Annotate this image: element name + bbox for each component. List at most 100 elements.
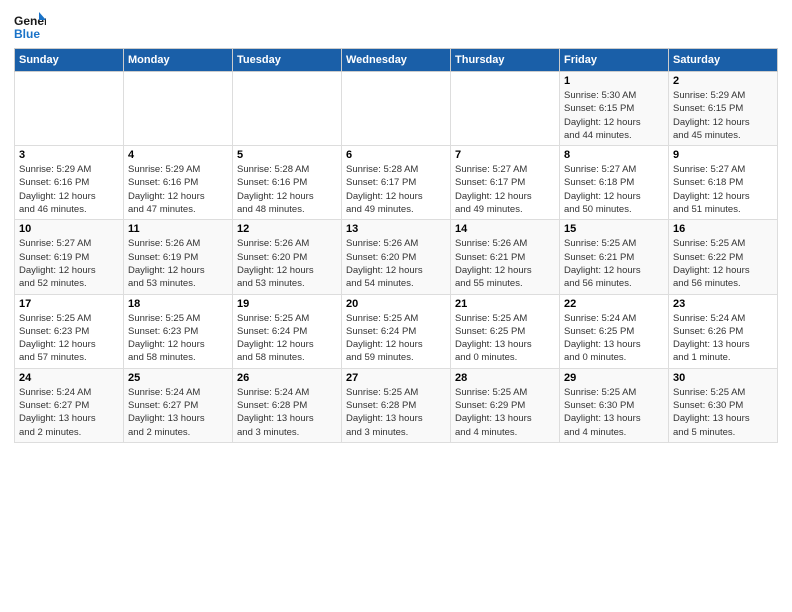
day-cell: 25 Sunrise: 5:24 AM Sunset: 6:27 PM Dayli…: [124, 368, 233, 442]
svg-text:Blue: Blue: [14, 27, 40, 41]
day-cell: 10Sunrise: 5:27 AM Sunset: 6:19 PM Dayli…: [15, 220, 124, 294]
week-row-1: 3 Sunrise: 5:29 AM Sunset: 6:16 PM Daylig…: [15, 146, 778, 220]
day-number: 27: [346, 372, 446, 384]
day-cell: [451, 72, 560, 146]
day-number: 9: [673, 149, 773, 161]
day-number: 21: [455, 298, 555, 310]
day-cell: [15, 72, 124, 146]
day-info: Sunrise: 5:24 AM Sunset: 6:27 PM Dayligh…: [19, 386, 119, 439]
day-info: Sunrise: 5:27 AM Sunset: 6:17 PM Dayligh…: [455, 163, 555, 216]
day-cell: 3 Sunrise: 5:29 AM Sunset: 6:16 PM Daylig…: [15, 146, 124, 220]
day-cell: 7 Sunrise: 5:27 AM Sunset: 6:17 PM Daylig…: [451, 146, 560, 220]
weekday-wednesday: Wednesday: [342, 49, 451, 72]
day-info: Sunrise: 5:24 AM Sunset: 6:25 PM Dayligh…: [564, 312, 664, 365]
calendar-table: SundayMondayTuesdayWednesdayThursdayFrid…: [14, 48, 778, 443]
day-info: Sunrise: 5:25 AM Sunset: 6:22 PM Dayligh…: [673, 237, 773, 290]
weekday-header-row: SundayMondayTuesdayWednesdayThursdayFrid…: [15, 49, 778, 72]
day-cell: [342, 72, 451, 146]
day-number: 11: [128, 223, 228, 235]
day-cell: 2 Sunrise: 5:29 AM Sunset: 6:15 PM Daylig…: [669, 72, 778, 146]
day-number: 23: [673, 298, 773, 310]
day-number: 26: [237, 372, 337, 384]
day-number: 17: [19, 298, 119, 310]
day-number: 22: [564, 298, 664, 310]
day-info: Sunrise: 5:27 AM Sunset: 6:18 PM Dayligh…: [673, 163, 773, 216]
weekday-thursday: Thursday: [451, 49, 560, 72]
day-cell: 28 Sunrise: 5:25 AM Sunset: 6:29 PM Dayli…: [451, 368, 560, 442]
day-cell: 17 Sunrise: 5:25 AM Sunset: 6:23 PM Dayli…: [15, 294, 124, 368]
weekday-tuesday: Tuesday: [233, 49, 342, 72]
day-cell: 15Sunrise: 5:25 AM Sunset: 6:21 PM Dayli…: [560, 220, 669, 294]
day-info: Sunrise: 5:24 AM Sunset: 6:27 PM Dayligh…: [128, 386, 228, 439]
day-number: 14: [455, 223, 555, 235]
day-number: 20: [346, 298, 446, 310]
day-number: 13: [346, 223, 446, 235]
day-info: Sunrise: 5:30 AM Sunset: 6:15 PM Dayligh…: [564, 89, 664, 142]
day-cell: 27 Sunrise: 5:25 AM Sunset: 6:28 PM Dayli…: [342, 368, 451, 442]
day-info: Sunrise: 5:28 AM Sunset: 6:16 PM Dayligh…: [237, 163, 337, 216]
day-number: 16: [673, 223, 773, 235]
day-info: Sunrise: 5:29 AM Sunset: 6:16 PM Dayligh…: [19, 163, 119, 216]
day-cell: 1 Sunrise: 5:30 AM Sunset: 6:15 PM Daylig…: [560, 72, 669, 146]
day-number: 28: [455, 372, 555, 384]
day-number: 1: [564, 75, 664, 87]
day-info: Sunrise: 5:24 AM Sunset: 6:28 PM Dayligh…: [237, 386, 337, 439]
day-cell: 24 Sunrise: 5:24 AM Sunset: 6:27 PM Dayli…: [15, 368, 124, 442]
day-cell: 12Sunrise: 5:26 AM Sunset: 6:20 PM Dayli…: [233, 220, 342, 294]
day-info: Sunrise: 5:26 AM Sunset: 6:19 PM Dayligh…: [128, 237, 228, 290]
day-cell: 23 Sunrise: 5:24 AM Sunset: 6:26 PM Dayli…: [669, 294, 778, 368]
day-number: 8: [564, 149, 664, 161]
day-cell: 29Sunrise: 5:25 AM Sunset: 6:30 PM Dayli…: [560, 368, 669, 442]
day-number: 25: [128, 372, 228, 384]
day-number: 19: [237, 298, 337, 310]
day-cell: 8 Sunrise: 5:27 AM Sunset: 6:18 PM Daylig…: [560, 146, 669, 220]
logo-icon: General Blue: [14, 10, 46, 42]
day-cell: 21Sunrise: 5:25 AM Sunset: 6:25 PM Dayli…: [451, 294, 560, 368]
day-info: Sunrise: 5:27 AM Sunset: 6:18 PM Dayligh…: [564, 163, 664, 216]
week-row-2: 10Sunrise: 5:27 AM Sunset: 6:19 PM Dayli…: [15, 220, 778, 294]
logo-container: General Blue: [14, 10, 46, 42]
day-cell: 19 Sunrise: 5:25 AM Sunset: 6:24 PM Dayli…: [233, 294, 342, 368]
day-cell: 20 Sunrise: 5:25 AM Sunset: 6:24 PM Dayli…: [342, 294, 451, 368]
day-info: Sunrise: 5:25 AM Sunset: 6:24 PM Dayligh…: [237, 312, 337, 365]
day-cell: 11 Sunrise: 5:26 AM Sunset: 6:19 PM Dayli…: [124, 220, 233, 294]
day-info: Sunrise: 5:25 AM Sunset: 6:21 PM Dayligh…: [564, 237, 664, 290]
day-info: Sunrise: 5:25 AM Sunset: 6:24 PM Dayligh…: [346, 312, 446, 365]
day-number: 7: [455, 149, 555, 161]
weekday-monday: Monday: [124, 49, 233, 72]
day-info: Sunrise: 5:26 AM Sunset: 6:20 PM Dayligh…: [237, 237, 337, 290]
day-cell: 30Sunrise: 5:25 AM Sunset: 6:30 PM Dayli…: [669, 368, 778, 442]
day-number: 4: [128, 149, 228, 161]
day-cell: 6 Sunrise: 5:28 AM Sunset: 6:17 PM Daylig…: [342, 146, 451, 220]
day-info: Sunrise: 5:25 AM Sunset: 6:30 PM Dayligh…: [673, 386, 773, 439]
day-cell: 9 Sunrise: 5:27 AM Sunset: 6:18 PM Daylig…: [669, 146, 778, 220]
day-info: Sunrise: 5:29 AM Sunset: 6:15 PM Dayligh…: [673, 89, 773, 142]
weekday-saturday: Saturday: [669, 49, 778, 72]
day-info: Sunrise: 5:25 AM Sunset: 6:29 PM Dayligh…: [455, 386, 555, 439]
day-number: 3: [19, 149, 119, 161]
day-info: Sunrise: 5:26 AM Sunset: 6:20 PM Dayligh…: [346, 237, 446, 290]
day-cell: 14 Sunrise: 5:26 AM Sunset: 6:21 PM Dayli…: [451, 220, 560, 294]
day-cell: 22 Sunrise: 5:24 AM Sunset: 6:25 PM Dayli…: [560, 294, 669, 368]
day-number: 6: [346, 149, 446, 161]
day-cell: 4 Sunrise: 5:29 AM Sunset: 6:16 PM Daylig…: [124, 146, 233, 220]
day-info: Sunrise: 5:24 AM Sunset: 6:26 PM Dayligh…: [673, 312, 773, 365]
day-cell: [124, 72, 233, 146]
day-cell: 26 Sunrise: 5:24 AM Sunset: 6:28 PM Dayli…: [233, 368, 342, 442]
weekday-friday: Friday: [560, 49, 669, 72]
day-info: Sunrise: 5:25 AM Sunset: 6:23 PM Dayligh…: [128, 312, 228, 365]
page: General Blue SundayMondayTuesdayWednesda…: [0, 0, 792, 453]
day-info: Sunrise: 5:28 AM Sunset: 6:17 PM Dayligh…: [346, 163, 446, 216]
day-info: Sunrise: 5:26 AM Sunset: 6:21 PM Dayligh…: [455, 237, 555, 290]
header: General Blue: [14, 10, 778, 42]
day-number: 24: [19, 372, 119, 384]
day-info: Sunrise: 5:25 AM Sunset: 6:28 PM Dayligh…: [346, 386, 446, 439]
day-cell: 16 Sunrise: 5:25 AM Sunset: 6:22 PM Dayli…: [669, 220, 778, 294]
day-info: Sunrise: 5:27 AM Sunset: 6:19 PM Dayligh…: [19, 237, 119, 290]
week-row-0: 1 Sunrise: 5:30 AM Sunset: 6:15 PM Daylig…: [15, 72, 778, 146]
day-info: Sunrise: 5:29 AM Sunset: 6:16 PM Dayligh…: [128, 163, 228, 216]
week-row-4: 24 Sunrise: 5:24 AM Sunset: 6:27 PM Dayli…: [15, 368, 778, 442]
day-info: Sunrise: 5:25 AM Sunset: 6:23 PM Dayligh…: [19, 312, 119, 365]
day-number: 2: [673, 75, 773, 87]
week-row-3: 17 Sunrise: 5:25 AM Sunset: 6:23 PM Dayli…: [15, 294, 778, 368]
